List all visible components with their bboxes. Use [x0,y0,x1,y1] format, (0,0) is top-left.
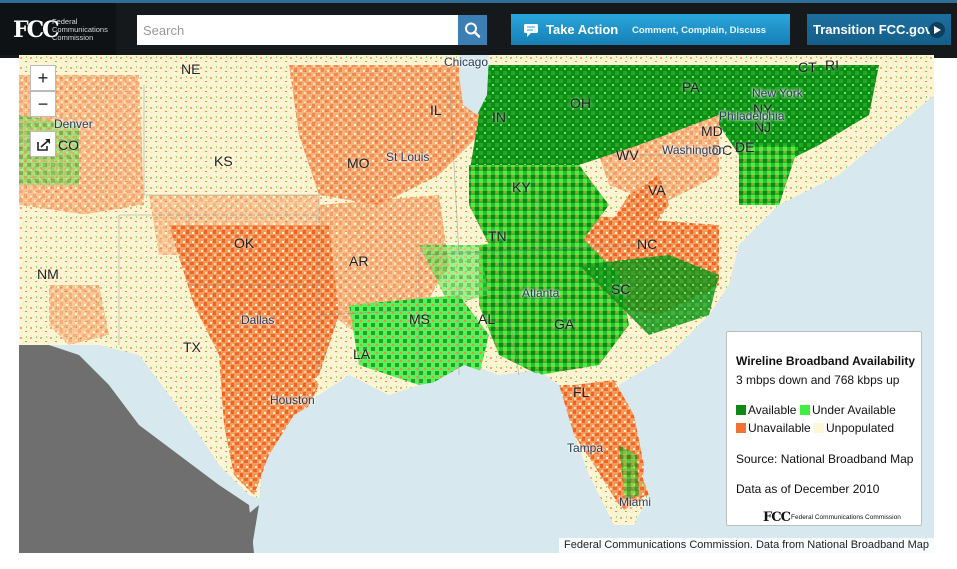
state-label: CT [798,59,817,75]
state-label: NE [181,61,201,77]
legend-swatch [736,405,746,415]
state-label: OH [570,95,591,111]
city-label: Denver [54,117,93,131]
city-label: Atlanta [522,286,560,300]
city-label: New York [752,86,803,100]
state-label: LA [353,346,371,362]
fcc-logo-text: Federal Communications Commission [52,18,114,42]
state-label: AL [478,311,496,327]
state-label: PA [682,79,700,95]
legend-source: Source: National Broadband Map [736,452,914,466]
play-circle-icon [929,22,945,38]
search-button[interactable] [458,15,487,45]
state-label: GA [554,316,575,332]
city-label: Tampa [567,441,604,455]
state-label: KY [512,179,531,195]
legend-item-under-available: Under Available [800,403,896,417]
broadband-map[interactable]: NE IL IN OH PA CT RI NY MD DE KS MO WV V… [19,55,934,553]
city-label: Chicago [444,55,489,69]
state-label: TX [183,339,201,355]
legend-item-available: Available [736,403,796,417]
state-label: SC [611,281,631,297]
state-label: RI [825,57,839,73]
legend-item-label: Unpopulated [826,421,895,435]
state-label: VA [648,182,666,198]
state-label: DE [735,139,755,155]
fcc-logo-line: Commission [52,33,94,42]
state-label: TN [488,228,507,244]
search-icon [465,22,481,38]
legend-swatch [800,405,810,415]
transition-fcc-label: Transition FCC.gov [813,22,933,37]
city-label: Houston [270,393,315,407]
legend-item-label: Unavailable [748,421,811,435]
legend-fcc-logo: FCC [763,510,791,525]
zoom-out-button[interactable]: − [30,91,56,117]
state-label: CO [58,137,79,153]
state-label: MD [701,123,723,139]
city-label: Washington [662,143,725,157]
top-bar: FCC Federal Communications Commission Ta… [0,0,957,58]
city-label: Miami [619,495,651,509]
legend-fcc-logo-text: Federal Communications Commission [791,514,901,521]
legend-subtitle: 3 mbps down and 768 kbps up [736,373,900,387]
fcc-logo[interactable]: FCC Federal Communications Commission [0,3,116,55]
legend-item-label: Available [748,403,797,417]
top-accent-stripe [0,0,957,3]
state-label: MO [347,155,370,171]
map-attribution: Federal Communications Commission. Data … [559,538,934,553]
map-legend: Wireline Broadband Availability 3 mbps d… [726,331,922,526]
state-label: NM [37,266,59,282]
state-label: WV [616,147,639,163]
fcc-logo-mark: FCC [13,17,60,43]
state-label: AR [349,253,369,269]
state-label: IN [492,109,506,125]
legend-date: Data as of December 2010 [736,482,880,496]
share-button[interactable] [30,131,56,157]
share-icon [37,139,50,151]
legend-swatch [814,423,824,433]
state-label: KS [214,153,233,169]
legend-item-unavailable: Unavailable [736,421,811,435]
city-label: Philadelphia [719,109,785,123]
state-label: IL [430,102,442,118]
state-label: FL [573,384,590,400]
take-action-sublabel: Comment, Complain, Discuss [632,25,767,36]
speech-bubble-icon [524,24,538,37]
transition-fcc-button[interactable]: Transition FCC.gov [807,14,951,45]
legend-item-unpopulated: Unpopulated [814,421,894,435]
state-label: MS [409,311,430,327]
legend-swatch [736,423,746,433]
take-action-button[interactable]: Take Action Comment, Complain, Discuss [511,14,790,45]
state-label: NC [637,236,658,252]
city-label: St Louis [386,150,430,164]
take-action-label: Take Action [546,22,619,37]
search-input[interactable] [137,15,458,45]
legend-item-label: Under Available [812,403,896,417]
city-label: Dallas [241,313,275,327]
legend-title: Wireline Broadband Availability [736,354,916,368]
zoom-in-button[interactable]: + [30,65,56,91]
state-label: OK [234,235,255,251]
